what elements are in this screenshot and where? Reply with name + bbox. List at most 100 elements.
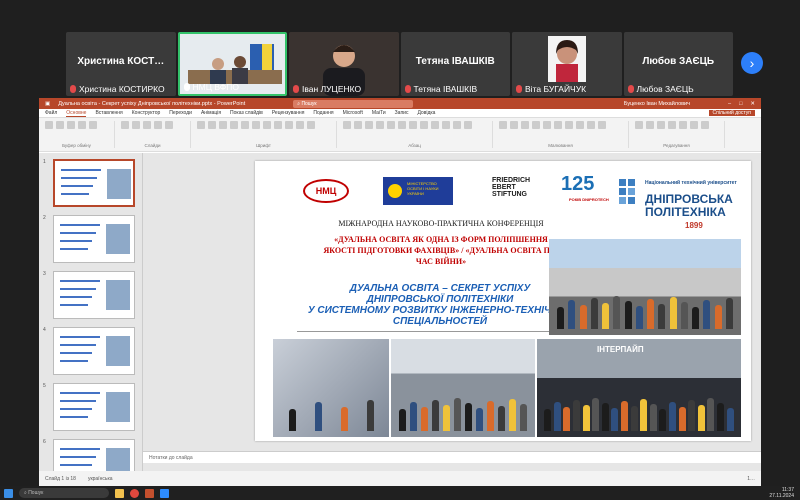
language-indicator[interactable]: українська — [88, 476, 113, 482]
ribbon-command-icon[interactable] — [365, 121, 373, 129]
ribbon-command-icon[interactable] — [154, 121, 162, 129]
slide-thumbnail-2[interactable] — [53, 215, 135, 263]
thumbnail-text-line — [60, 280, 100, 282]
ribbon-command-icon[interactable] — [285, 121, 293, 129]
slide-thumbnail-5[interactable] — [53, 383, 135, 431]
ribbon-command-icon[interactable] — [89, 121, 97, 129]
ribbon-tab-0[interactable]: Файл — [45, 110, 57, 116]
current-slide[interactable]: НМЦ МІНІСТЕРСТВО ОСВІТИ І НАУКИ УКРАЇНИ … — [255, 161, 751, 441]
ribbon-tab-6[interactable]: Показ слайдів — [230, 110, 263, 116]
ribbon-command-icon[interactable] — [296, 121, 304, 129]
ribbon-command-icon[interactable] — [398, 121, 406, 129]
ribbon-command-icon[interactable] — [420, 121, 428, 129]
ribbon-command-icon[interactable] — [230, 121, 238, 129]
ribbon-command-icon[interactable] — [354, 121, 362, 129]
ribbon-command-icon[interactable] — [56, 121, 64, 129]
participant-tile-3[interactable]: Іван ЛУЦЕНКО — [289, 32, 399, 96]
ribbon-command-icon[interactable] — [143, 121, 151, 129]
slide-thumbnail-3[interactable] — [53, 271, 135, 319]
share-button[interactable]: Спільний доступ — [708, 110, 755, 116]
powerpoint-icon[interactable] — [145, 488, 154, 498]
ribbon-command-icon[interactable] — [690, 121, 698, 129]
person-silhouette — [410, 402, 417, 431]
thumbnail-text-line — [61, 185, 93, 187]
ribbon-tab-7[interactable]: Рецензування — [272, 110, 305, 116]
file-explorer-icon[interactable] — [115, 488, 124, 498]
notes-pane[interactable]: Нотатки до слайда — [143, 451, 761, 463]
ribbon-tab-5[interactable]: Анімація — [201, 110, 221, 116]
ribbon-command-icon[interactable] — [307, 121, 315, 129]
ribbon-command-icon[interactable] — [442, 121, 450, 129]
ribbon-command-icon[interactable] — [208, 121, 216, 129]
ribbon-command-icon[interactable] — [376, 121, 384, 129]
ribbon-command-icon[interactable] — [274, 121, 282, 129]
zoom-level[interactable]: 1… — [747, 476, 755, 482]
ribbon-tab-2[interactable]: Вставлення — [95, 110, 122, 116]
participant-tile-4[interactable]: Тетяна ІВАШКІВ Тетяна ІВАШКІВ — [400, 32, 511, 96]
ribbon-command-icon[interactable] — [219, 121, 227, 129]
ribbon-command-icon[interactable] — [67, 121, 75, 129]
thumbnail-text-line — [60, 416, 88, 418]
ribbon-tab-9[interactable]: Microsoft — [343, 110, 363, 116]
ribbon-command-icon[interactable] — [165, 121, 173, 129]
ribbon-command-icon[interactable] — [510, 121, 518, 129]
ribbon-command-icon[interactable] — [565, 121, 573, 129]
participant-tile-2[interactable]: НМЦ ВФПО — [177, 32, 288, 96]
chevron-right-icon[interactable]: › — [741, 52, 763, 74]
ribbon-tab-3[interactable]: Конструктор — [132, 110, 161, 116]
ribbon-command-icon[interactable] — [635, 121, 643, 129]
taskbar-search[interactable]: ⌕ Пошук — [19, 488, 109, 498]
participant-tile-5[interactable]: Віта БУГАЙЧУК — [512, 32, 622, 96]
ribbon-command-icon[interactable] — [576, 121, 584, 129]
close-icon[interactable]: ✕ — [750, 101, 755, 107]
ribbon-command-icon[interactable] — [587, 121, 595, 129]
slide-thumbnail-4[interactable] — [53, 327, 135, 375]
ribbon-command-icon[interactable] — [252, 121, 260, 129]
user-name[interactable]: Буценко Іван Михайлович — [624, 101, 690, 107]
ribbon-command-icon[interactable] — [387, 121, 395, 129]
ribbon-command-icon[interactable] — [464, 121, 472, 129]
ribbon-command-icon[interactable] — [543, 121, 551, 129]
participant-tile-1[interactable]: Христина КОСТ… Христина КОСТИРКО — [66, 32, 176, 96]
ribbon-tab-4[interactable]: Переходи — [169, 110, 192, 116]
topic-line-1: «ДУАЛЬНА ОСВІТА ЯК ОДНА ІЗ ФОРМ ПОЛІПШЕН… — [334, 235, 548, 244]
ribbon-command-icon[interactable] — [132, 121, 140, 129]
ribbon-command-icon[interactable] — [521, 121, 529, 129]
ribbon-command-icon[interactable] — [453, 121, 461, 129]
ribbon-command-icon[interactable] — [554, 121, 562, 129]
ribbon-tab-1[interactable]: Основне — [66, 110, 87, 117]
minimize-icon[interactable]: – — [728, 101, 731, 107]
ribbon-command-icon[interactable] — [78, 121, 86, 129]
ribbon-command-icon[interactable] — [532, 121, 540, 129]
windows-start-icon[interactable] — [4, 488, 13, 498]
ribbon-command-icon[interactable] — [263, 121, 271, 129]
ribbon-command-icon[interactable] — [679, 121, 687, 129]
ribbon-command-icon[interactable] — [121, 121, 129, 129]
ribbon-command-icon[interactable] — [598, 121, 606, 129]
ribbon-command-icon[interactable] — [45, 121, 53, 129]
ribbon-command-icon[interactable] — [701, 121, 709, 129]
thumbnail-text-line — [60, 360, 88, 362]
zoom-app-icon[interactable] — [160, 488, 169, 498]
thumbnail-text-line — [60, 232, 96, 234]
ribbon-command-icon[interactable] — [343, 121, 351, 129]
maximize-icon[interactable]: □ — [739, 101, 742, 107]
person-silhouette — [649, 404, 657, 431]
ribbon-command-icon[interactable] — [241, 121, 249, 129]
participant-tile-6[interactable]: Любов ЗАЄЦЬ Любов ЗАЄЦЬ — [623, 32, 734, 96]
chrome-icon[interactable] — [130, 488, 139, 498]
ribbon-tab-8[interactable]: Подання — [313, 110, 333, 116]
ribbon-command-icon[interactable] — [657, 121, 665, 129]
ribbon-command-icon[interactable] — [409, 121, 417, 129]
ppt-search-input[interactable]: ⌕ Пошук — [293, 99, 414, 108]
ribbon-command-icon[interactable] — [668, 121, 676, 129]
clock[interactable]: 11:37 27.11.2024 — [769, 487, 794, 499]
ribbon-tab-12[interactable]: Довідка — [417, 110, 435, 116]
slide-thumbnail-1[interactable] — [53, 159, 135, 207]
ribbon-command-icon[interactable] — [499, 121, 507, 129]
ribbon-command-icon[interactable] — [646, 121, 654, 129]
ribbon-tab-11[interactable]: Запис — [395, 110, 409, 116]
ribbon-tab-10[interactable]: МаіТи — [372, 110, 386, 116]
ribbon-command-icon[interactable] — [431, 121, 439, 129]
ribbon-command-icon[interactable] — [197, 121, 205, 129]
